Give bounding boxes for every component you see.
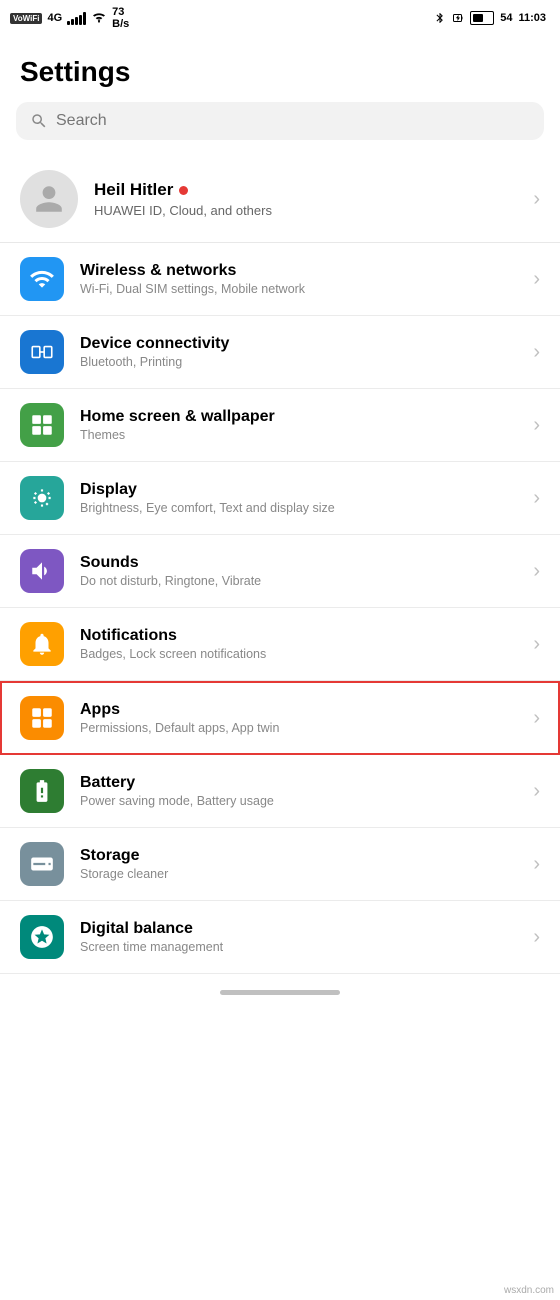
avatar: [20, 170, 78, 228]
home-screen-subtitle: Themes: [80, 428, 517, 442]
digital-balance-text: Digital balance Screen time management: [80, 920, 517, 954]
storage-icon: [20, 842, 64, 886]
battery-level: 54: [500, 12, 512, 24]
search-icon: [30, 112, 48, 130]
digital-balance-title: Digital balance: [80, 920, 517, 938]
notifications-text: Notifications Badges, Lock screen notifi…: [80, 627, 517, 661]
storage-subtitle: Storage cleaner: [80, 867, 517, 881]
battery-icon: [470, 11, 494, 25]
chevron-right-icon: ›: [533, 633, 540, 656]
home-screen-icon: [20, 403, 64, 447]
chevron-right-icon: ›: [533, 560, 540, 583]
apps-subtitle: Permissions, Default apps, App twin: [80, 721, 517, 735]
device-connectivity-icon: [20, 330, 64, 374]
settings-list: Wireless & networks Wi-Fi, Dual SIM sett…: [0, 243, 560, 974]
signal-icon: [67, 11, 86, 25]
status-left: VoWiFi 4G 73B/s: [10, 6, 129, 30]
settings-item-storage[interactable]: Storage Storage cleaner ›: [0, 828, 560, 901]
settings-item-wireless[interactable]: Wireless & networks Wi-Fi, Dual SIM sett…: [0, 243, 560, 316]
battery-text: Battery Power saving mode, Battery usage: [80, 774, 517, 808]
digital-balance-subtitle: Screen time management: [80, 940, 517, 954]
settings-item-sounds[interactable]: Sounds Do not disturb, Ringtone, Vibrate…: [0, 535, 560, 608]
page-title: Settings: [0, 36, 560, 102]
sounds-subtitle: Do not disturb, Ringtone, Vibrate: [80, 574, 517, 588]
status-right: 54 11:03: [434, 11, 546, 25]
digital-balance-icon: [20, 915, 64, 959]
profile-name: Heil Hitler: [94, 180, 517, 200]
profile-subtitle: HUAWEI ID, Cloud, and others: [94, 203, 517, 218]
sounds-title: Sounds: [80, 554, 517, 572]
settings-item-digital-balance[interactable]: Digital balance Screen time management ›: [0, 901, 560, 974]
display-icon: [20, 476, 64, 520]
settings-item-device-connectivity[interactable]: Device connectivity Bluetooth, Printing …: [0, 316, 560, 389]
battery-title: Battery: [80, 774, 517, 792]
storage-title: Storage: [80, 847, 517, 865]
device-connectivity-title: Device connectivity: [80, 335, 517, 353]
chevron-right-icon: ›: [533, 414, 540, 437]
device-connectivity-text: Device connectivity Bluetooth, Printing: [80, 335, 517, 369]
home-screen-text: Home screen & wallpaper Themes: [80, 408, 517, 442]
home-indicator: [0, 974, 560, 1005]
search-bar[interactable]: [16, 102, 544, 140]
wireless-title: Wireless & networks: [80, 262, 517, 280]
home-screen-title: Home screen & wallpaper: [80, 408, 517, 426]
display-subtitle: Brightness, Eye comfort, Text and displa…: [80, 501, 517, 515]
network-type: 4G: [47, 12, 62, 24]
wireless-text: Wireless & networks Wi-Fi, Dual SIM sett…: [80, 262, 517, 296]
time: 11:03: [518, 12, 546, 24]
chevron-right-icon: ›: [533, 268, 540, 291]
notifications-icon: [20, 622, 64, 666]
storage-text: Storage Storage cleaner: [80, 847, 517, 881]
sounds-text: Sounds Do not disturb, Ringtone, Vibrate: [80, 554, 517, 588]
notifications-title: Notifications: [80, 627, 517, 645]
display-title: Display: [80, 481, 517, 499]
bluetooth-icon: [434, 11, 446, 25]
chevron-right-icon: ›: [533, 341, 540, 364]
profile-info: Heil Hitler HUAWEI ID, Cloud, and others: [94, 180, 517, 218]
apps-text: Apps Permissions, Default apps, App twin: [80, 701, 517, 735]
notifications-subtitle: Badges, Lock screen notifications: [80, 647, 517, 661]
settings-item-battery[interactable]: Battery Power saving mode, Battery usage…: [0, 755, 560, 828]
settings-item-home-screen[interactable]: Home screen & wallpaper Themes ›: [0, 389, 560, 462]
network-speed: 73B/s: [112, 6, 129, 30]
settings-item-display[interactable]: Display Brightness, Eye comfort, Text an…: [0, 462, 560, 535]
battery-subtitle: Power saving mode, Battery usage: [80, 794, 517, 808]
home-bar: [220, 990, 340, 995]
status-bar: VoWiFi 4G 73B/s 54 11:03: [0, 0, 560, 36]
device-connectivity-subtitle: Bluetooth, Printing: [80, 355, 517, 369]
apps-icon: [20, 696, 64, 740]
vowifi-indicator: VoWiFi: [10, 13, 42, 24]
sounds-icon: [20, 549, 64, 593]
search-input[interactable]: [56, 112, 530, 130]
chevron-right-icon: ›: [533, 780, 540, 803]
wireless-icon: [20, 257, 64, 301]
battery-settings-icon: [20, 769, 64, 813]
wireless-subtitle: Wi-Fi, Dual SIM settings, Mobile network: [80, 282, 517, 296]
display-text: Display Brightness, Eye comfort, Text an…: [80, 481, 517, 515]
profile-section[interactable]: Heil Hitler HUAWEI ID, Cloud, and others…: [0, 156, 560, 243]
settings-item-apps[interactable]: Apps Permissions, Default apps, App twin…: [0, 681, 560, 755]
chevron-right-icon: ›: [533, 707, 540, 730]
settings-item-notifications[interactable]: Notifications Badges, Lock screen notifi…: [0, 608, 560, 681]
chevron-right-icon: ›: [533, 853, 540, 876]
watermark: wsxdn.com: [504, 1285, 554, 1296]
wifi-icon: [91, 11, 107, 25]
charging-icon: [452, 11, 464, 25]
chevron-right-icon: ›: [533, 188, 540, 211]
apps-title: Apps: [80, 701, 517, 719]
profile-status-dot: [179, 186, 188, 195]
chevron-right-icon: ›: [533, 926, 540, 949]
chevron-right-icon: ›: [533, 487, 540, 510]
